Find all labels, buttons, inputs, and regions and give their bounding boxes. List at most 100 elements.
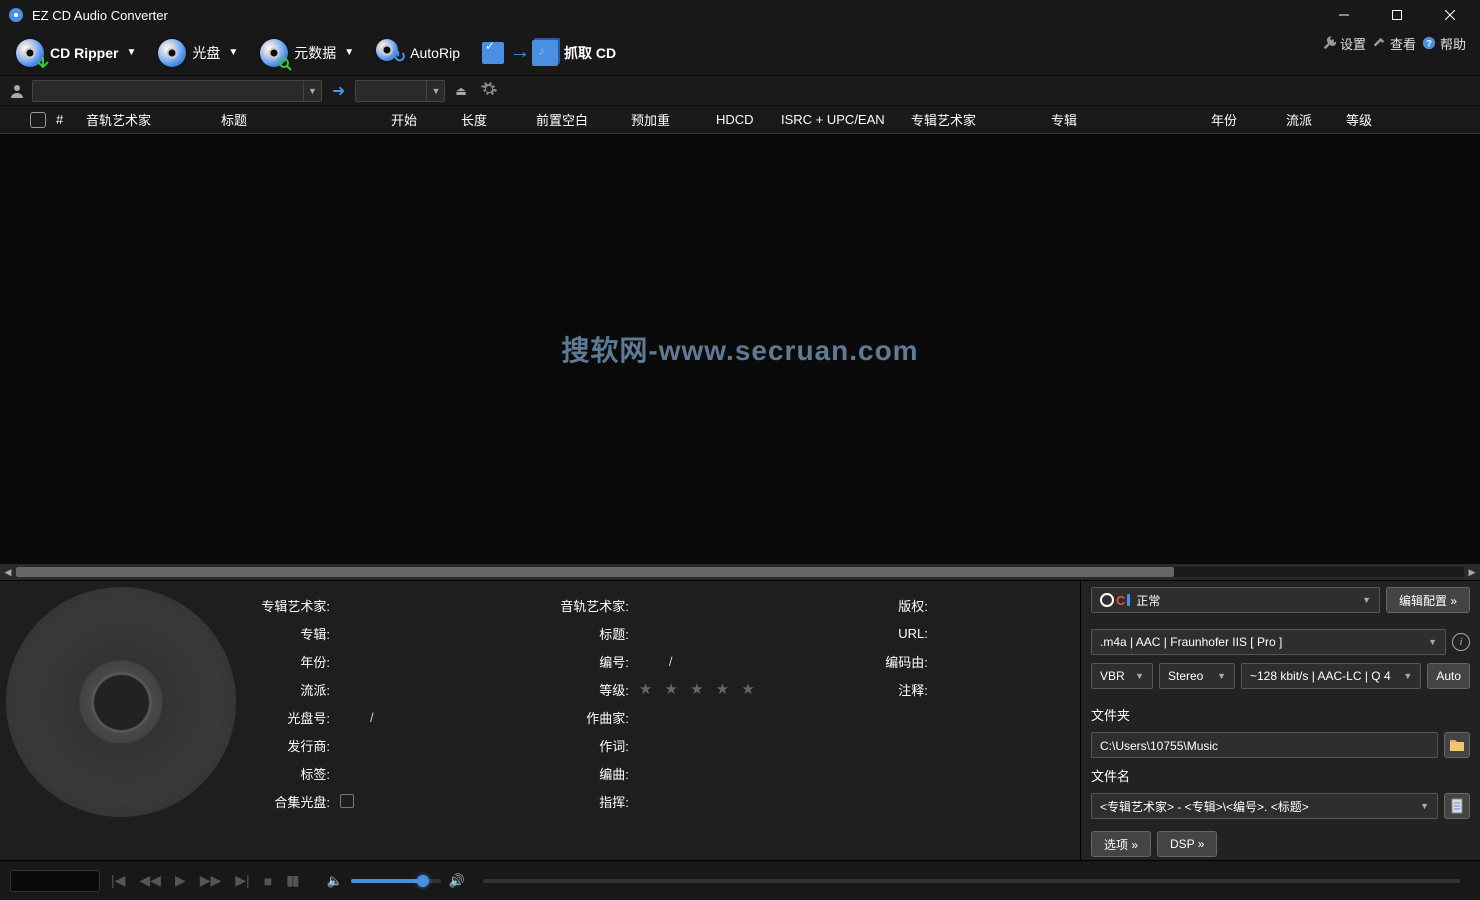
wrench-icon (1322, 36, 1336, 50)
filename-edit-button[interactable] (1444, 793, 1470, 819)
disc-menu-button[interactable]: 光盘 ▼ (152, 35, 244, 71)
col-start[interactable]: 开始 (391, 110, 461, 129)
metadata-menu-button[interactable]: 元数据 ▼ (254, 35, 360, 71)
col-genre[interactable]: 流派 (1286, 110, 1346, 129)
col-pregap[interactable]: 前置空白 (536, 110, 631, 129)
play-button[interactable]: ▶ (172, 872, 189, 889)
encodedby-label: 编码由: (838, 652, 928, 671)
disc-icon (158, 39, 186, 67)
app-title: EZ CD Audio Converter (32, 8, 168, 23)
bitrate-select[interactable]: ~128 kbit/s | AAC-LC | Q 4▼ (1241, 663, 1421, 689)
col-preemph[interactable]: 预加重 (631, 110, 716, 129)
year-label: 年份: (240, 652, 330, 671)
profile-icon: C (1100, 593, 1130, 608)
minimize-button[interactable] (1321, 0, 1366, 30)
help-menu[interactable]: ? 帮助 (1422, 34, 1466, 53)
titlebar: EZ CD Audio Converter (0, 0, 1480, 30)
disc-menu-label: 光盘 (192, 43, 220, 63)
genre-label: 流派: (240, 680, 330, 699)
skip-back-button[interactable]: |◀ (108, 872, 128, 889)
col-rating[interactable]: 等级 (1346, 110, 1396, 129)
disc-icon (16, 39, 44, 67)
stop-button[interactable]: ■ (261, 873, 275, 889)
output-settings-panel: C 正常 ▼ 编辑配置 » .m4a | AAC | Fraunhofer II… (1080, 581, 1480, 860)
settings-menu[interactable]: 设置 (1322, 34, 1366, 53)
drive-select[interactable]: ▼ (32, 80, 322, 102)
col-length[interactable]: 长度 (461, 110, 536, 129)
scroll-right-icon[interactable]: ▶ (1464, 567, 1480, 578)
col-num[interactable]: # (56, 112, 86, 127)
document-icon (1450, 798, 1464, 814)
col-year[interactable]: 年份 (1211, 110, 1286, 129)
speed-select[interactable]: ▼ (355, 80, 445, 102)
pause-button[interactable]: ▮▮ (283, 872, 300, 889)
folder-input[interactable]: C:\Users\10755\Music (1091, 732, 1438, 758)
edit-profile-button[interactable]: 编辑配置 » (1386, 587, 1470, 613)
view-menu[interactable]: 查看 (1372, 34, 1416, 53)
autorip-button[interactable]: ↻ AutoRip (370, 35, 466, 71)
skip-forward-button[interactable]: ▶| (232, 872, 252, 889)
forward-button[interactable]: ▶▶ (197, 872, 225, 889)
stereo-select[interactable]: Stereo▼ (1159, 663, 1235, 689)
eject-button[interactable]: ⏏ (451, 84, 470, 98)
chevron-down-icon: ▼ (344, 47, 354, 58)
svg-text:?: ? (1426, 39, 1432, 50)
chevron-down-icon: ▼ (1428, 637, 1437, 647)
playback-bar: |◀ ◀◀ ▶ ▶▶ ▶| ■ ▮▮ 🔈 🔊 (0, 860, 1480, 900)
comment-label: 注释: (838, 680, 928, 699)
col-album[interactable]: 专辑 (1051, 110, 1211, 129)
maximize-button[interactable] (1374, 0, 1419, 30)
col-title[interactable]: 标题 (221, 110, 391, 129)
rating-stars[interactable]: ★ ★ ★ ★ ★ (639, 680, 823, 698)
horizontal-scrollbar[interactable]: ◀ ▶ (0, 564, 1480, 580)
arrow-right-icon: ➜ (328, 81, 349, 101)
scroll-left-icon[interactable]: ◀ (0, 567, 16, 578)
progress-slider[interactable] (483, 879, 1460, 883)
rip-cd-button[interactable]: → 抓取 CD (476, 36, 622, 70)
cd-ripper-label: CD Ripper (50, 45, 118, 61)
discno-label: 光盘号: (240, 708, 330, 727)
album-label: 专辑: (240, 624, 330, 643)
format-select[interactable]: .m4a | AAC | Fraunhofer IIS [ Pro ] ▼ (1091, 629, 1446, 655)
vbr-select[interactable]: VBR▼ (1091, 663, 1153, 689)
trackartist-label: 音轨艺术家: (539, 596, 629, 615)
track-table-header: # 音轨艺术家 标题 开始 长度 前置空白 预加重 HDCD ISRC + UP… (0, 106, 1480, 134)
chevron-down-icon: ▼ (426, 81, 444, 101)
volume-slider[interactable] (351, 879, 441, 883)
chevron-down-icon: ▼ (303, 81, 321, 101)
autorip-label: AutoRip (410, 45, 460, 61)
metadata-editor: 专辑艺术家: 专辑: 年份: 流派: 光盘号:/ 发行商: 标签: 合集光盘: … (240, 581, 1080, 860)
rewind-button[interactable]: ◀◀ (136, 872, 164, 889)
close-button[interactable] (1427, 0, 1472, 30)
col-isrc[interactable]: ISRC + UPC/EAN (781, 112, 911, 127)
trackno-label: 编号: (539, 652, 629, 671)
profile-select[interactable]: C 正常 ▼ (1091, 587, 1380, 613)
info-icon[interactable]: i (1452, 633, 1470, 651)
compilation-checkbox[interactable] (340, 794, 354, 808)
disc-search-icon (260, 39, 288, 67)
album-art-placeholder[interactable] (6, 587, 236, 817)
chevron-down-icon: ▼ (126, 47, 136, 58)
browse-folder-button[interactable] (1444, 732, 1470, 758)
filename-select[interactable]: <专辑艺术家> - <专辑>\<编号>. <标题>▼ (1091, 793, 1438, 819)
filename-label: 文件名 (1091, 766, 1470, 785)
trackno-field[interactable]: / (639, 654, 823, 669)
scrollbar-thumb[interactable] (16, 567, 1174, 577)
volume-high-icon: 🔊 (449, 873, 465, 889)
col-trackartist[interactable]: 音轨艺术家 (86, 110, 221, 129)
dsp-button[interactable]: DSP » (1157, 831, 1217, 857)
auto-button[interactable]: Auto (1427, 663, 1470, 689)
gear-button[interactable] (477, 81, 501, 100)
select-all-checkbox[interactable] (30, 112, 46, 128)
col-albumartist[interactable]: 专辑艺术家 (911, 110, 1051, 129)
cd-ripper-button[interactable]: CD Ripper ▼ (10, 35, 142, 71)
options-button[interactable]: 选项 » (1091, 831, 1151, 857)
discno-field[interactable]: / (340, 710, 524, 725)
bottom-panel: 专辑艺术家: 专辑: 年份: 流派: 光盘号:/ 发行商: 标签: 合集光盘: … (0, 580, 1480, 860)
time-display (10, 870, 100, 892)
chevron-down-icon: ▼ (1135, 671, 1144, 681)
rip-cd-label: 抓取 CD (564, 43, 616, 63)
track-list: 搜软网-www.secruan.com (0, 134, 1480, 564)
chevron-down-icon: ▼ (1362, 595, 1371, 605)
col-hdcd[interactable]: HDCD (716, 112, 781, 127)
